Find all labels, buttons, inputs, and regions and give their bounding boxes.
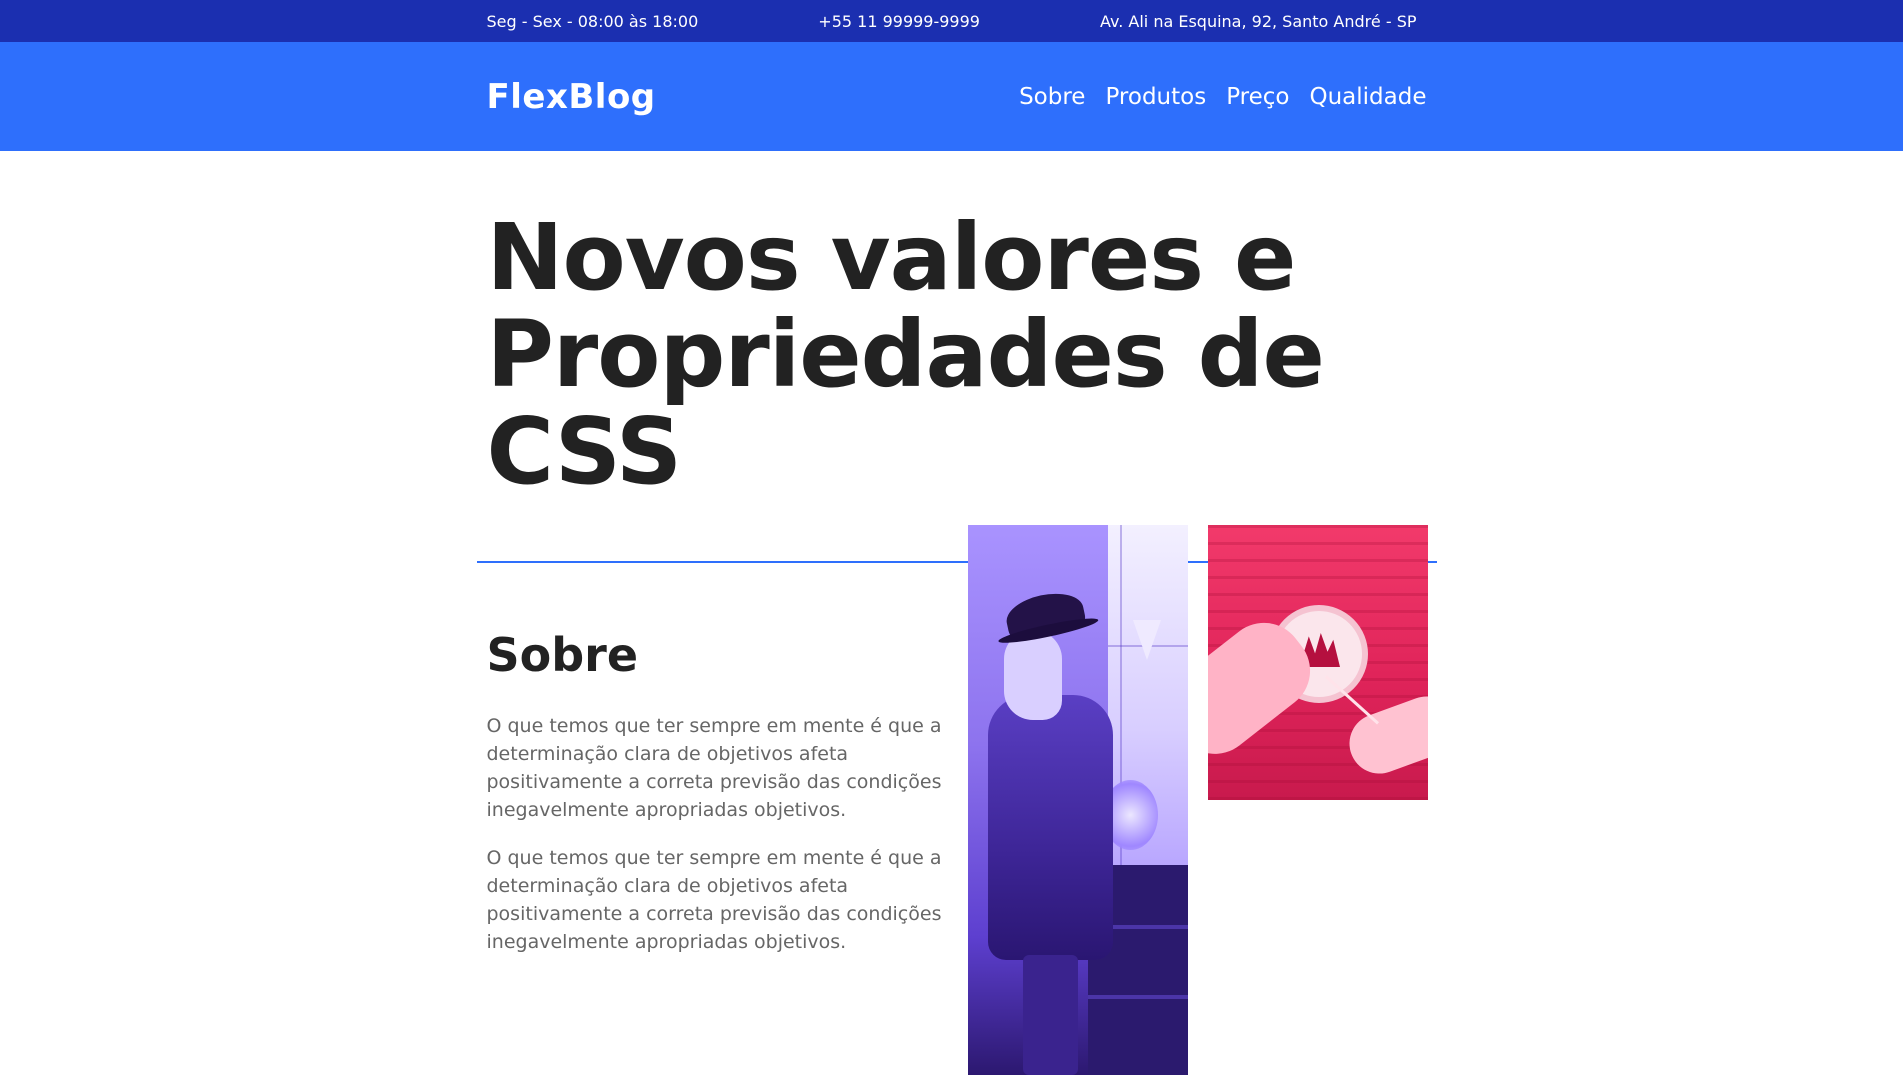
coat-shape — [988, 695, 1113, 960]
phone-number[interactable]: +55 11 99999-9999 — [818, 12, 980, 31]
main-nav: Sobre Produtos Preço Qualidade — [1019, 84, 1426, 110]
photo-embroidery-hoop — [1208, 525, 1428, 800]
photo-gallery-area — [476, 525, 1436, 1085]
photo-woman-at-window — [968, 525, 1188, 1075]
legs-shape — [1023, 955, 1078, 1075]
nav-link-qualidade[interactable]: Qualidade — [1310, 84, 1427, 110]
nav-link-preco[interactable]: Preço — [1226, 84, 1289, 110]
hair-shape — [1004, 630, 1062, 720]
nav-link-produtos[interactable]: Produtos — [1105, 84, 1206, 110]
business-hours: Seg - Sex - 08:00 às 18:00 — [486, 11, 699, 31]
hat-shape — [1002, 587, 1088, 643]
top-info-bar: Seg - Sex - 08:00 às 18:00 +55 11 99999-… — [0, 0, 1903, 42]
site-header: FlexBlog Sobre Produtos Preço Qualidade — [0, 42, 1903, 151]
address: Av. Ali na Esquina, 92, Santo André - SP — [1099, 11, 1417, 31]
site-logo[interactable]: FlexBlog — [487, 77, 656, 117]
nav-link-sobre[interactable]: Sobre — [1019, 84, 1085, 110]
